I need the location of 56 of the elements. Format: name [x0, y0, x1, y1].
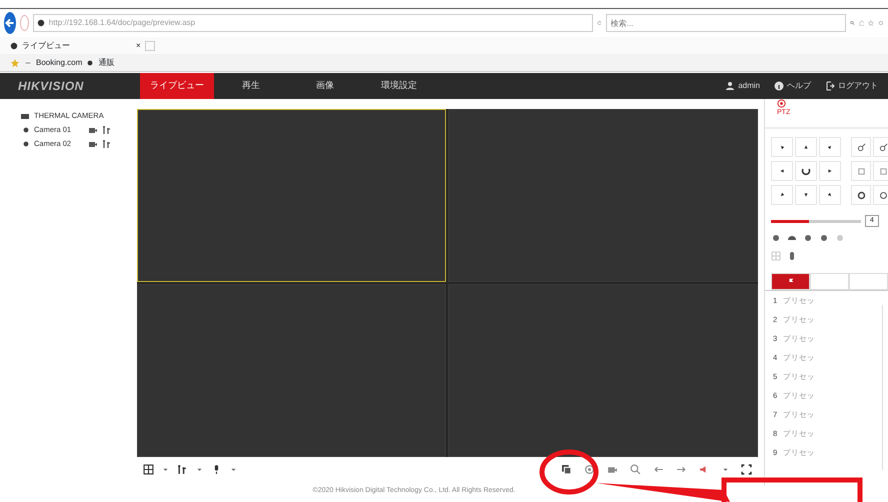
arrow-icon	[802, 143, 810, 151]
bookmark-link[interactable]: 通販	[98, 56, 114, 68]
annotation-circle	[540, 450, 598, 494]
preset-tab[interactable]	[771, 273, 810, 290]
iris-close-icon	[878, 190, 888, 200]
star-icon[interactable]	[868, 17, 874, 29]
mouse-icon[interactable]	[787, 251, 797, 261]
ptz-icon	[777, 99, 786, 108]
iris-open-icon	[856, 190, 866, 200]
arrow-icon	[826, 167, 834, 175]
zoom-out-icon	[878, 142, 888, 152]
logout-link[interactable]: ログアウト	[838, 80, 878, 92]
iris-open-button[interactable]	[851, 185, 871, 205]
record-icon[interactable]	[88, 125, 98, 135]
back-arrow-icon	[4, 17, 16, 29]
nav-tab[interactable]: 再生	[214, 73, 288, 99]
logo: HIKVISION	[17, 78, 85, 95]
arrow-icon	[826, 143, 834, 151]
logout-icon	[825, 81, 835, 91]
arrow-icon	[778, 167, 786, 175]
fullscreen-icon[interactable]	[741, 464, 752, 474]
rotate-icon	[801, 166, 811, 176]
url-text: http://192.168.1.64/doc/page/preview.asp	[48, 17, 196, 29]
arrow-icon	[802, 191, 810, 199]
arrow-icon	[778, 191, 786, 199]
speed-slider[interactable]	[771, 220, 861, 222]
zoom-in-icon	[856, 142, 866, 152]
user-icon	[725, 81, 736, 91]
snapshot-icon[interactable]	[584, 464, 595, 474]
tab-close-button[interactable]: ×	[136, 40, 141, 52]
zoom-out-button[interactable]	[873, 137, 888, 157]
user-name[interactable]: admin	[738, 80, 760, 92]
arrow-icon	[778, 143, 786, 151]
arrow-icon	[826, 191, 834, 199]
browser-tab[interactable]: ライブビュー	[22, 40, 132, 52]
auto-rotate-button[interactable]	[795, 161, 817, 181]
nav-tab[interactable]: 環境設定	[362, 73, 436, 99]
nav-tab[interactable]: 画像	[288, 73, 362, 99]
stream-icon[interactable]	[176, 464, 188, 474]
refresh-icon[interactable]	[596, 18, 602, 28]
zoom-icon[interactable]	[630, 464, 641, 474]
help-icon	[774, 81, 784, 91]
capture-icon[interactable]	[561, 464, 572, 474]
iris-close-button[interactable]	[873, 185, 888, 205]
back-button[interactable]	[4, 12, 16, 34]
stream-icon[interactable]	[102, 125, 112, 135]
zoom-in-button[interactable]	[851, 137, 871, 157]
bookmark-link[interactable]: Booking.com	[36, 56, 82, 68]
record-icon[interactable]	[88, 139, 98, 149]
camera-group-icon	[20, 111, 30, 121]
nav-tab[interactable]: ライブビュー	[140, 73, 214, 99]
help-link[interactable]: ヘルプ	[787, 80, 811, 92]
stream-icon[interactable]	[102, 139, 112, 149]
favorites-star-icon[interactable]	[10, 58, 20, 68]
layout-grid-icon[interactable]	[142, 464, 154, 474]
search-field[interactable]: 検索...	[606, 14, 846, 32]
